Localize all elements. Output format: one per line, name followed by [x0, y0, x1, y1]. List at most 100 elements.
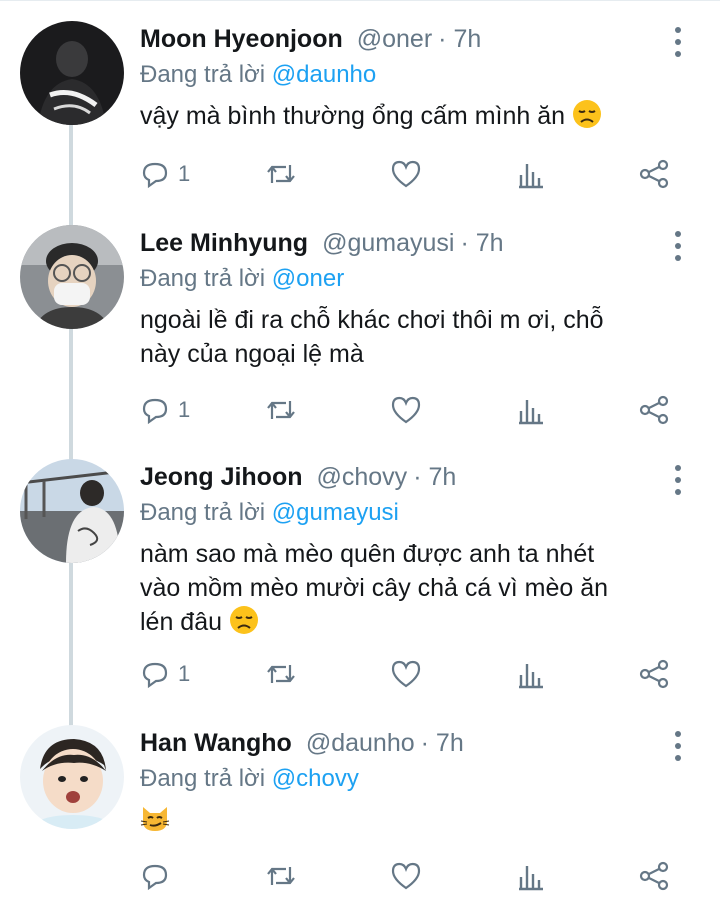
tweet-actions: 1 — [140, 393, 680, 427]
mention-link[interactable]: @oner — [272, 265, 344, 292]
mention-link[interactable]: @chovy — [272, 765, 359, 792]
reply-icon — [142, 864, 168, 891]
reply-button[interactable]: 1 — [140, 657, 190, 691]
display-name[interactable]: Han Wangho — [140, 729, 292, 758]
avatar-gumayusi[interactable] — [20, 225, 124, 329]
tweet-daunho[interactable]: Han Wangho @daunho · 7h Đang trả lời @ch… — [0, 705, 720, 911]
display-name[interactable]: Moon Hyeonjoon — [140, 25, 343, 54]
avatar-oner[interactable] — [20, 21, 124, 125]
more-options-icon[interactable] — [666, 27, 690, 57]
reply-icon — [142, 662, 168, 689]
tweet-text-line: vào mồm mèo mười cây chả cá vì mèo ăn — [140, 574, 609, 602]
reply-icon — [142, 162, 168, 189]
share-icon — [639, 659, 669, 689]
disappointed-face-emoji — [572, 100, 601, 128]
replying-to: Đang trả lời @gumayusi — [140, 499, 399, 527]
analytics-button[interactable] — [516, 859, 546, 893]
replying-to-label: Đang trả lời — [140, 765, 266, 792]
reply-count: 1 — [178, 397, 191, 422]
reply-button[interactable] — [140, 859, 178, 893]
mention-link[interactable]: @daunho — [272, 61, 376, 88]
analytics-button[interactable] — [516, 657, 546, 691]
reply-icon — [142, 398, 168, 425]
tweet-chovy[interactable]: Jeong Jihoon @chovy · 7h Đang trả lời @g… — [0, 439, 720, 709]
user-handle[interactable]: @oner — [357, 25, 432, 54]
tweet-text-line: lén đâu — [140, 608, 223, 636]
analytics-icon — [519, 866, 543, 891]
like-icon — [391, 396, 421, 424]
retweet-button[interactable] — [264, 393, 298, 427]
tweet-gumayusi[interactable]: Lee Minhyung @gumayusi · 7h Đang trả lời… — [0, 205, 720, 445]
share-button[interactable] — [638, 393, 670, 427]
analytics-icon — [519, 664, 543, 689]
reply-button[interactable]: 1 — [140, 393, 190, 427]
timestamp[interactable]: · 7h — [460, 229, 503, 258]
smirking-cat-face-emoji — [140, 807, 170, 831]
replying-to: Đang trả lời @chovy — [140, 765, 359, 793]
disappointed-face-emoji — [229, 606, 258, 634]
like-button[interactable] — [390, 393, 422, 427]
tweet-text: ngoài lề đi ra chỗ khác chơi thôi m ơi, … — [140, 303, 680, 371]
retweet-icon — [267, 665, 295, 683]
more-options-icon[interactable] — [666, 231, 690, 261]
like-button[interactable] — [390, 859, 422, 893]
more-options-icon[interactable] — [666, 465, 690, 495]
tweet-text-line: nàm sao mà mèo quên được anh ta nhét — [140, 540, 595, 568]
like-icon — [391, 660, 421, 688]
share-icon — [639, 395, 669, 425]
analytics-button[interactable] — [516, 393, 546, 427]
display-name[interactable]: Jeong Jihoon — [140, 463, 303, 492]
replying-to-label: Đang trả lời — [140, 265, 266, 292]
retweet-button[interactable] — [264, 657, 298, 691]
timestamp[interactable]: · 7h — [421, 729, 464, 758]
replying-to: Đang trả lời @daunho — [140, 61, 376, 89]
tweet-text: vậy mà bình thường ổng cấm mình ăn — [140, 99, 680, 133]
tweet-header: Jeong Jihoon @chovy · 7h — [140, 463, 456, 497]
user-handle[interactable]: @gumayusi — [322, 229, 454, 258]
replying-to: Đang trả lời @oner — [140, 265, 344, 293]
share-icon — [639, 861, 669, 891]
retweet-button[interactable] — [264, 157, 298, 191]
analytics-icon — [519, 400, 543, 425]
tweet-actions — [140, 859, 680, 893]
replying-to-label: Đang trả lời — [140, 61, 266, 88]
avatar-chovy[interactable] — [20, 459, 124, 563]
tweet-header: Han Wangho @daunho · 7h — [140, 729, 464, 763]
tweet-text — [140, 803, 680, 837]
avatar-daunho[interactable] — [20, 725, 124, 829]
reply-thread: Moon Hyeonjoon @oner · 7h Đang trả lời @… — [0, 0, 720, 911]
reply-count: 1 — [178, 161, 191, 186]
reply-button[interactable]: 1 — [140, 157, 190, 191]
tweet-header: Moon Hyeonjoon @oner · 7h — [140, 25, 481, 59]
analytics-button[interactable] — [516, 157, 546, 191]
share-button[interactable] — [638, 859, 670, 893]
tweet-text-line: này của ngoại lệ mà — [140, 340, 364, 368]
tweet-oner[interactable]: Moon Hyeonjoon @oner · 7h Đang trả lời @… — [0, 1, 720, 206]
timestamp[interactable]: · 7h — [413, 463, 456, 492]
retweet-icon — [267, 401, 295, 419]
like-button[interactable] — [390, 157, 422, 191]
mention-link[interactable]: @gumayusi — [272, 499, 399, 526]
like-icon — [391, 862, 421, 890]
share-icon — [639, 159, 669, 189]
replying-to-label: Đang trả lời — [140, 499, 266, 526]
display-name[interactable]: Lee Minhyung — [140, 229, 308, 258]
retweet-icon — [267, 867, 295, 885]
like-button[interactable] — [390, 657, 422, 691]
more-options-icon[interactable] — [666, 731, 690, 761]
tweet-header: Lee Minhyung @gumayusi · 7h — [140, 229, 504, 263]
share-button[interactable] — [638, 157, 670, 191]
tweet-text-line: ngoài lề đi ra chỗ khác chơi thôi m ơi, … — [140, 306, 604, 334]
tweet-actions: 1 — [140, 657, 680, 691]
tweet-text: nàm sao mà mèo quên được anh ta nhét vào… — [140, 537, 680, 639]
tweet-actions: 1 — [140, 157, 680, 191]
timestamp[interactable]: · 7h — [438, 25, 481, 54]
analytics-icon — [519, 164, 543, 189]
user-handle[interactable]: @chovy — [317, 463, 408, 492]
tweet-text-line: vậy mà bình thường ổng cấm mình ăn — [140, 102, 566, 130]
user-handle[interactable]: @daunho — [306, 729, 415, 758]
share-button[interactable] — [638, 657, 670, 691]
retweet-icon — [267, 165, 295, 183]
reply-count: 1 — [178, 661, 191, 686]
retweet-button[interactable] — [264, 859, 298, 893]
